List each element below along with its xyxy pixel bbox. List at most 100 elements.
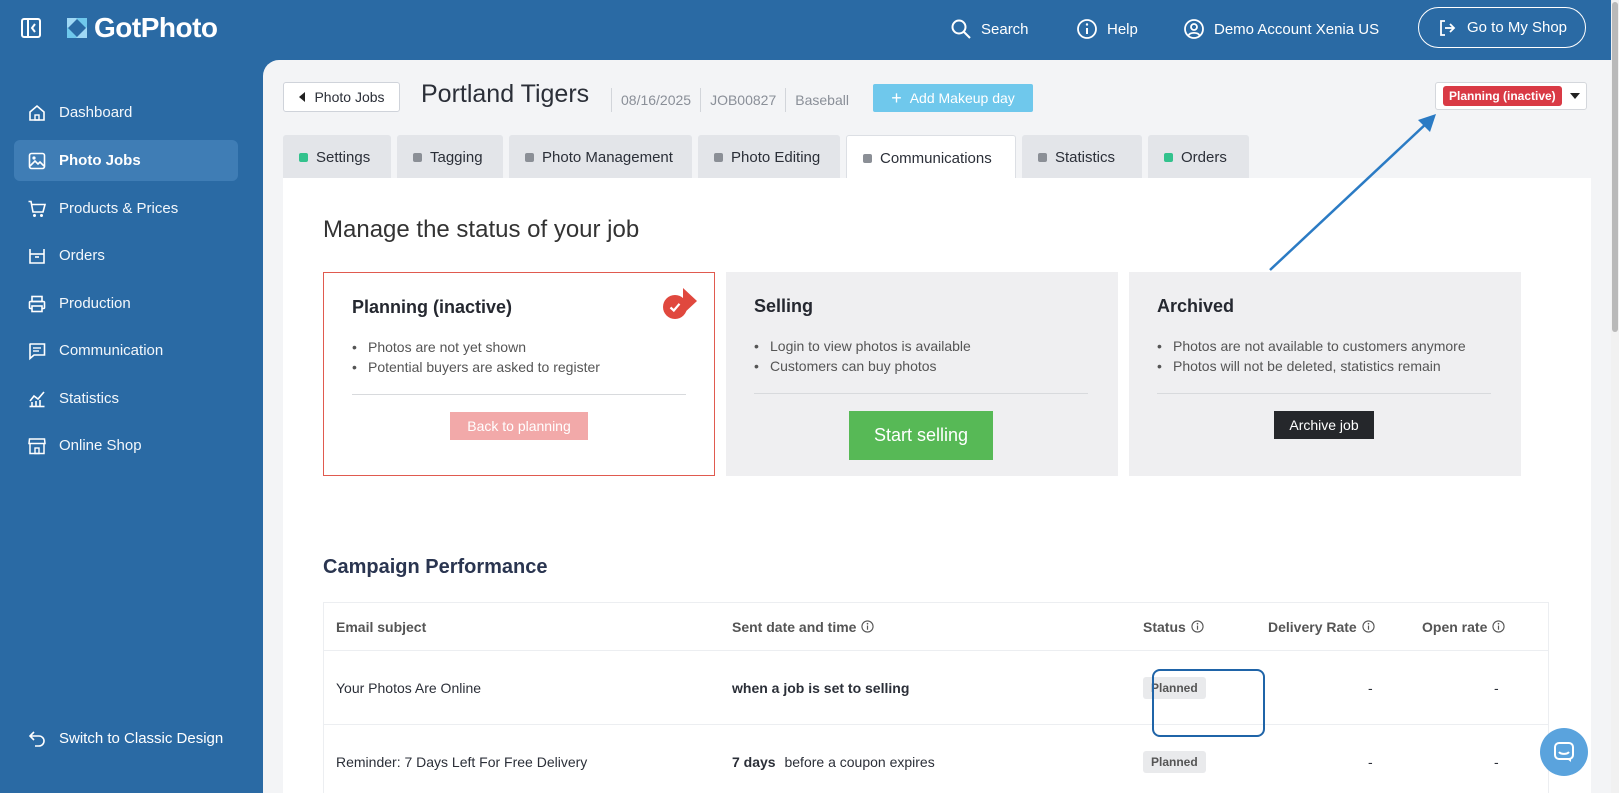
status-section-title: Manage the status of your job: [323, 216, 640, 243]
add-makeup-day-button[interactable]: + Add Makeup day: [873, 84, 1033, 112]
stage-bullet: Potential buyers are asked to register: [352, 357, 600, 377]
info-icon[interactable]: [1191, 620, 1204, 633]
info-icon[interactable]: [861, 620, 875, 633]
tab-orders[interactable]: Orders: [1148, 135, 1249, 179]
campaign-performance-title: Campaign Performance: [323, 556, 548, 578]
job-status-dropdown[interactable]: Planning (inactive): [1435, 82, 1587, 110]
tab-settings[interactable]: Settings: [283, 135, 391, 179]
search-icon: [951, 19, 971, 39]
sidebar-item-online-shop[interactable]: Online Shop: [14, 425, 238, 466]
store-icon: [28, 437, 46, 454]
scrollbar-thumb[interactable]: [1612, 2, 1618, 332]
divider: [754, 393, 1088, 394]
job-sport: Baseball: [785, 88, 858, 112]
info-icon[interactable]: [1492, 620, 1505, 633]
tab-statistics[interactable]: Statistics: [1022, 135, 1142, 179]
back-to-photo-jobs-button[interactable]: Photo Jobs: [283, 82, 400, 112]
column-header-delivery-rate: Delivery Rate: [1268, 603, 1375, 650]
sidebar-item-photo-jobs[interactable]: Photo Jobs: [14, 140, 238, 181]
tab-communications[interactable]: Communications: [846, 135, 1016, 180]
image-icon: [28, 152, 46, 169]
tab-label: Orders: [1181, 148, 1227, 166]
cart-icon: [28, 200, 47, 217]
search-label: Search: [981, 20, 1029, 38]
tab-label: Settings: [316, 148, 371, 166]
search-button[interactable]: Search: [950, 16, 1029, 42]
sidebar-item-products-prices[interactable]: Products & Prices: [14, 188, 238, 229]
printer-icon: [28, 295, 46, 312]
stage-arrow-icon: [1096, 288, 1110, 314]
table-row[interactable]: Your Photos Are Online when a job is set…: [324, 651, 1548, 725]
stage-bullet: Photos will not be deleted, statistics r…: [1157, 356, 1466, 376]
status-dot-icon: [413, 152, 422, 162]
tab-photo-management[interactable]: Photo Management: [509, 135, 692, 179]
campaign-table: Email subject Sent date and time Status …: [323, 602, 1549, 793]
help-label: Help: [1107, 20, 1138, 38]
switch-classic-label: Switch to Classic Design: [59, 729, 224, 747]
delivery-rate-cell: -: [1368, 679, 1373, 696]
info-icon[interactable]: [1362, 620, 1375, 633]
sidebar-item-label: Orders: [59, 247, 105, 264]
home-icon: [29, 104, 45, 121]
go-to-shop-button[interactable]: Go to My Shop: [1418, 7, 1586, 48]
basket-icon: [29, 248, 45, 264]
table-row[interactable]: Reminder: 7 Days Left For Free Delivery …: [324, 725, 1548, 793]
sidebar-item-dashboard[interactable]: Dashboard: [14, 92, 238, 133]
sidebar-item-label: Products & Prices: [59, 200, 179, 217]
status-badge: Planned: [1143, 750, 1206, 773]
stage-bullet: Customers can buy photos: [754, 356, 971, 376]
divider: [1157, 393, 1491, 394]
tab-photo-editing[interactable]: Photo Editing: [698, 135, 840, 179]
logo-mark-icon: [67, 18, 87, 38]
user-circle-icon: [1184, 19, 1204, 39]
tab-label: Communications: [880, 149, 992, 167]
job-date: 08/16/2025: [611, 88, 700, 112]
sidebar: Dashboard Photo Jobs Products & Prices O…: [0, 58, 263, 793]
open-rate-cell: -: [1494, 679, 1499, 696]
sent-date-cell: when a job is set to selling: [732, 679, 910, 696]
column-header-sent-date: Sent date and time: [732, 603, 875, 650]
stage-bullet: Photos are not yet shown: [352, 337, 600, 357]
sidebar-item-production[interactable]: Production: [14, 283, 238, 324]
sidebar-item-label: Production: [59, 295, 131, 312]
open-rate-cell: -: [1494, 753, 1499, 770]
help-button[interactable]: Help: [1076, 16, 1138, 42]
status-dot-icon: [714, 152, 723, 162]
email-subject-cell: Reminder: 7 Days Left For Free Delivery: [336, 753, 588, 770]
sidebar-item-label: Photo Jobs: [59, 152, 141, 169]
email-subject-cell: Your Photos Are Online: [336, 679, 482, 696]
status-dot-icon: [1038, 152, 1047, 162]
sidebar-collapse-icon[interactable]: [20, 17, 42, 39]
sidebar-item-label: Statistics: [59, 390, 120, 407]
status-dot-icon: [863, 153, 872, 163]
stage-planning: Planning (inactive) Photos are not yet s…: [323, 272, 715, 476]
sidebar-item-statistics[interactable]: Statistics: [14, 378, 238, 419]
account-label: Demo Account Xenia US: [1214, 20, 1380, 38]
back-to-planning-button[interactable]: Back to planning: [450, 412, 588, 440]
chat-support-button[interactable]: [1540, 728, 1588, 776]
page-scrollbar[interactable]: [1611, 0, 1619, 793]
account-menu[interactable]: Demo Account Xenia US: [1183, 16, 1379, 42]
gotphoto-logo[interactable]: GotPhoto: [64, 12, 218, 44]
sidebar-item-orders[interactable]: Orders: [14, 235, 238, 276]
info-icon: [1077, 19, 1097, 39]
tab-label: Tagging: [430, 148, 483, 166]
stage-title: Planning (inactive): [352, 297, 513, 317]
sent-date-cell: 7 days before a coupon expires: [732, 753, 935, 770]
add-makeup-label: Add Makeup day: [909, 90, 1015, 106]
archive-job-button[interactable]: Archive job: [1274, 411, 1374, 439]
tab-tagging[interactable]: Tagging: [397, 135, 503, 179]
status-highlight-box: [1152, 669, 1265, 737]
stage-selling: Selling Login to view photos is availabl…: [726, 272, 1118, 476]
start-selling-button[interactable]: Start selling: [849, 411, 993, 460]
status-dot-icon: [299, 152, 308, 162]
stage-title: Selling: [754, 296, 814, 316]
tab-label: Photo Management: [542, 148, 673, 166]
chevron-down-icon: [1569, 93, 1580, 99]
sidebar-item-communication[interactable]: Communication: [14, 330, 238, 371]
tab-label: Statistics: [1055, 148, 1116, 166]
top-bar: GotPhoto Search Help Demo Account Xenia …: [0, 0, 1619, 58]
switch-classic-design-link[interactable]: Switch to Classic Design: [14, 720, 223, 756]
sidebar-item-label: Dashboard: [59, 104, 133, 121]
chat-icon: [1554, 742, 1574, 762]
